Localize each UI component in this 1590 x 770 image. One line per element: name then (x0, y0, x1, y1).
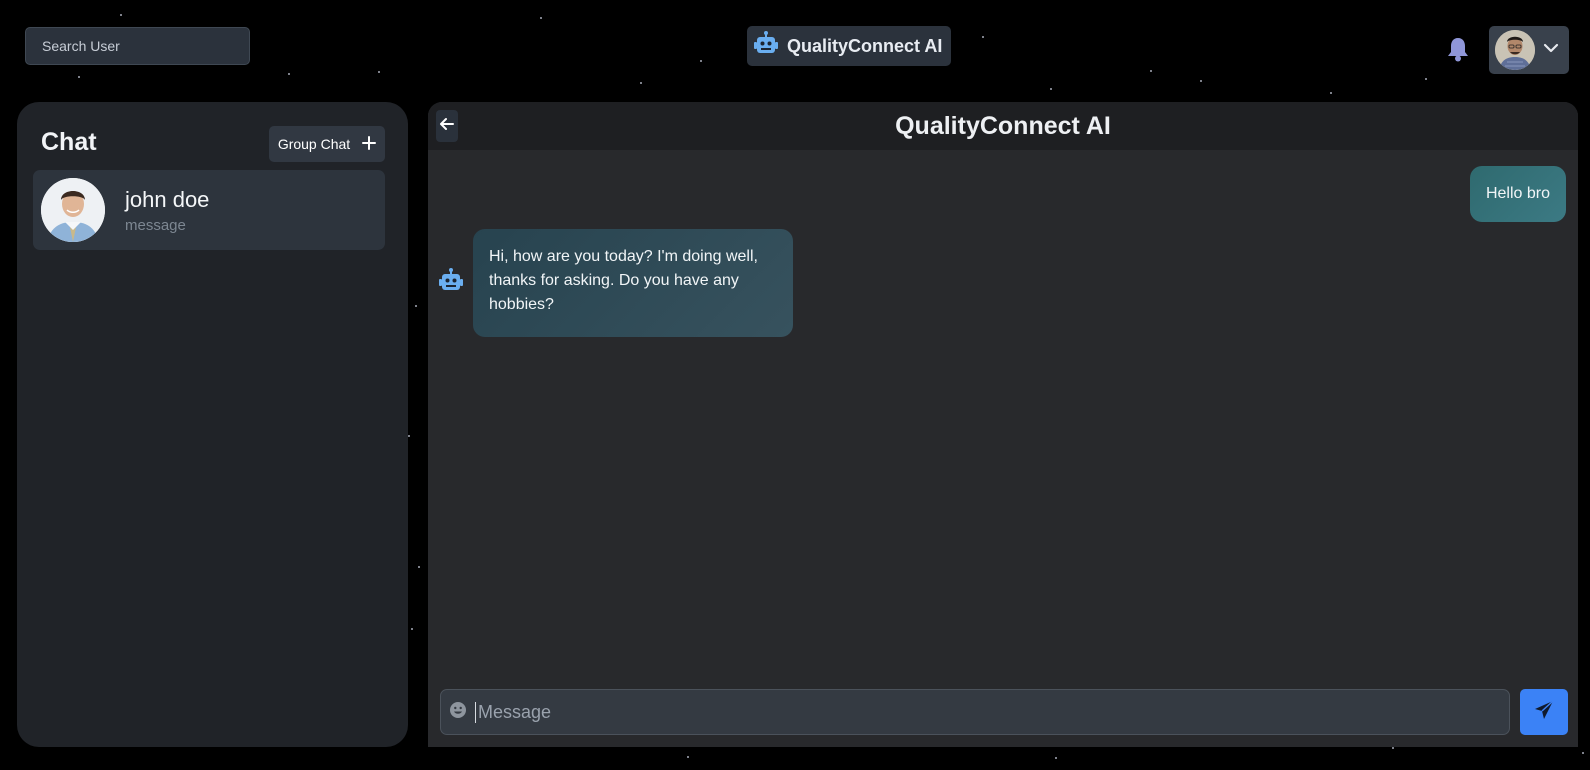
message-composer (440, 689, 1510, 735)
robot-icon (438, 268, 464, 299)
contact-avatar (41, 178, 105, 242)
search-user-input[interactable] (25, 27, 250, 65)
send-button[interactable] (1520, 689, 1568, 735)
profile-menu-button[interactable] (1489, 26, 1569, 74)
group-chat-label: Group Chat (277, 136, 351, 152)
chevron-down-icon (1543, 40, 1559, 61)
user-avatar (1495, 30, 1535, 70)
brand-title: QualityConnect AI (787, 35, 943, 56)
back-button[interactable] (436, 110, 458, 142)
message-preview: message (125, 216, 186, 234)
robot-icon (753, 30, 779, 62)
panel-title: Chat (41, 128, 97, 156)
chat-title: QualityConnect AI (895, 111, 1111, 140)
send-icon (1534, 699, 1554, 725)
brand-logo[interactable]: QualityConnect AI (747, 26, 951, 66)
conversation-item[interactable]: john doe message (33, 170, 385, 250)
bot-message-bubble: Hi, how are you today? I'm doing well, t… (473, 229, 793, 337)
chat-list-panel: Chat Group Chat john doe message (17, 102, 408, 747)
message-input[interactable] (475, 701, 1501, 723)
user-message-bubble: Hello bro (1469, 166, 1566, 222)
plus-icon (362, 135, 377, 153)
bell-icon[interactable] (1446, 36, 1470, 67)
emoji-icon[interactable] (449, 701, 467, 724)
group-chat-button[interactable]: Group Chat (269, 126, 385, 162)
chat-window: QualityConnect AI Hello bro Hi, how are … (428, 102, 1578, 747)
contact-name: john doe (125, 186, 210, 212)
arrow-left-icon (439, 116, 455, 137)
chat-header: QualityConnect AI (428, 102, 1578, 150)
